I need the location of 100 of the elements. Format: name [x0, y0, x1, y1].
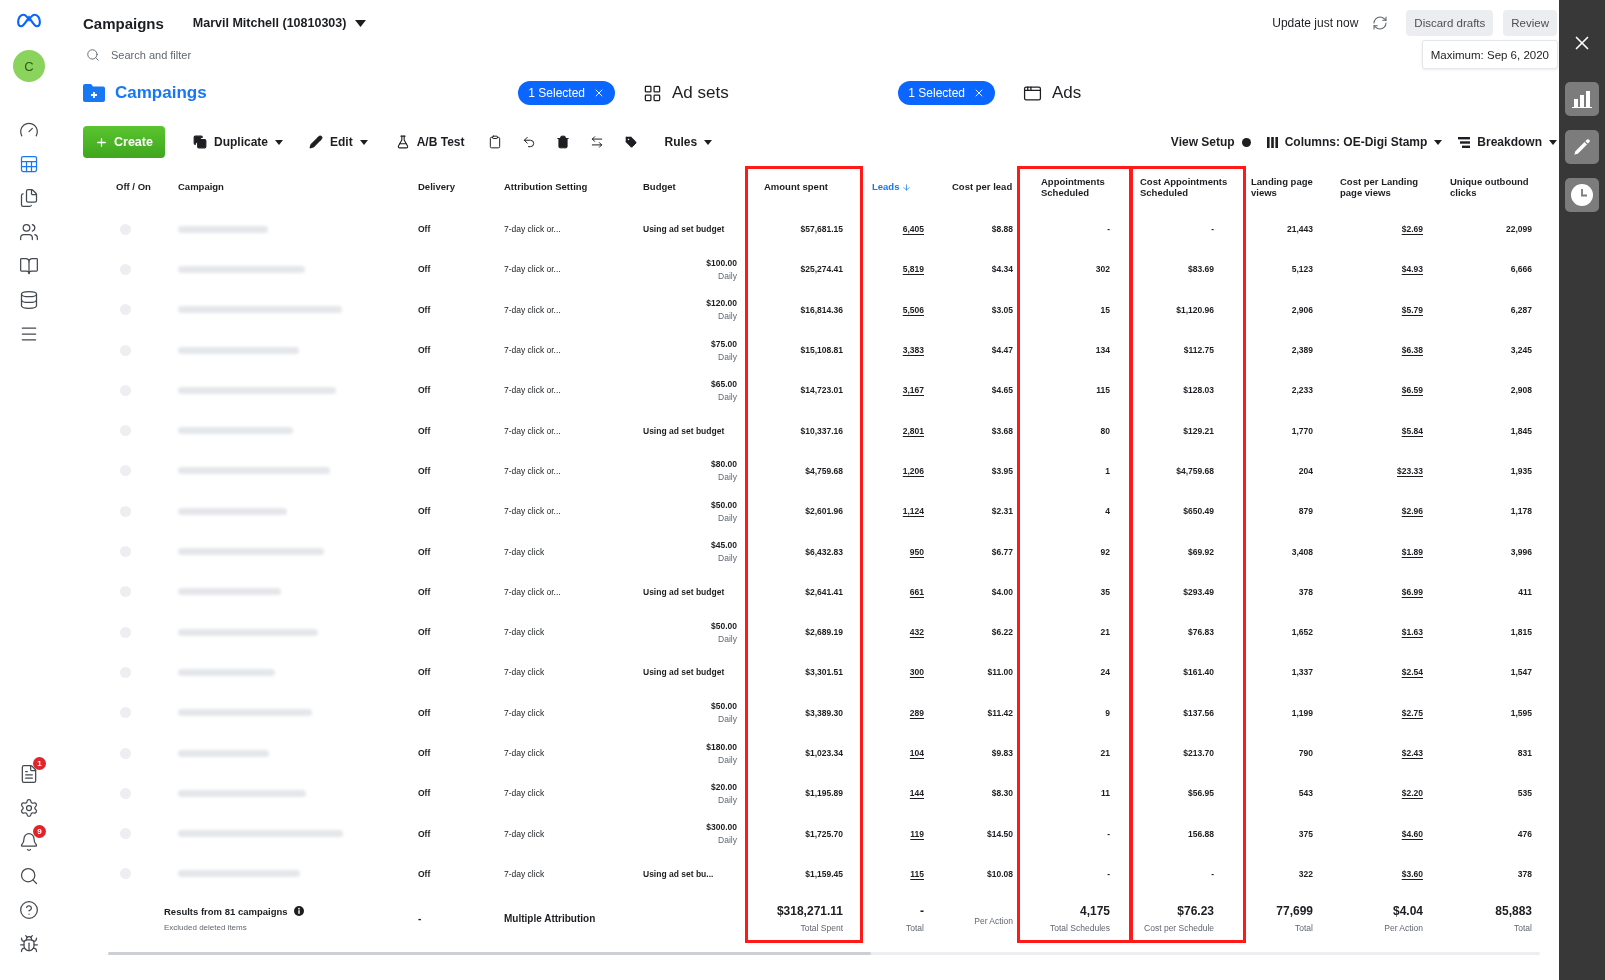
toolbar-button[interactable]: Columns: OE-Digi Stamp [1266, 135, 1443, 149]
column-header[interactable]: Leads [872, 182, 912, 193]
people-icon[interactable] [19, 222, 39, 242]
table-link[interactable]: 661 [909, 586, 924, 597]
table-link[interactable]: $4.60 [1401, 828, 1423, 839]
table-link[interactable]: $23.33 [1397, 465, 1423, 476]
table-cell: Off [418, 425, 431, 436]
table-link[interactable]: 5,819 [902, 264, 924, 275]
bar-chart-icon[interactable] [1565, 82, 1599, 116]
settings-icon[interactable] [19, 798, 39, 818]
table-link[interactable]: $2.75 [1401, 707, 1423, 718]
table-link[interactable]: $6.59 [1401, 385, 1423, 396]
toolbar-button[interactable]: Breakdown [1458, 135, 1557, 149]
table-link[interactable]: 144 [909, 788, 924, 799]
budget-period: Daily [718, 351, 737, 362]
bug-icon[interactable] [19, 934, 39, 954]
table-cell: $1,195.89 [805, 788, 843, 799]
table-cell: $50.00 [711, 499, 737, 510]
discard-drafts-button[interactable]: Discard drafts [1406, 10, 1494, 36]
horizontal-scrollbar[interactable] [108, 952, 1540, 956]
trash-icon[interactable] [556, 135, 571, 149]
table-link[interactable]: $2.54 [1401, 667, 1423, 678]
budget-period: Daily [718, 754, 737, 765]
column-header[interactable]: Delivery [418, 182, 455, 193]
table-link[interactable]: $4.93 [1401, 264, 1423, 275]
table-link[interactable]: 1,124 [902, 506, 924, 517]
level-tab[interactable]: Ad sets [643, 83, 729, 103]
column-header[interactable]: Appointments Scheduled [1041, 177, 1131, 198]
table-cell: $50.00 [711, 701, 737, 712]
budget-period: Daily [718, 391, 737, 402]
selection-chip[interactable]: 1 Selected [518, 81, 615, 105]
table-link[interactable]: $3.60 [1401, 868, 1423, 879]
column-header[interactable]: Unique outbound clicks [1450, 177, 1542, 198]
table-link[interactable]: $2.69 [1401, 224, 1423, 235]
table-link[interactable]: 2,801 [902, 425, 924, 436]
table-link[interactable]: $2.96 [1401, 506, 1423, 517]
logo-icon[interactable] [16, 12, 42, 29]
toolbar-button[interactable]: Rules [664, 135, 713, 149]
info-icon[interactable] [293, 906, 304, 917]
sort-arrow-icon [902, 183, 912, 192]
table-link[interactable]: 119 [910, 828, 924, 839]
tag-icon[interactable] [624, 135, 639, 149]
documents-icon[interactable] [19, 188, 39, 208]
table-link[interactable]: $2.43 [1401, 748, 1423, 758]
pencil-icon[interactable] [1565, 130, 1599, 164]
table-cell: 21,443 [1287, 224, 1313, 235]
clipboard-icon[interactable] [488, 135, 503, 149]
table-link[interactable]: 3,167 [902, 385, 924, 396]
account-dropdown[interactable]: Marvil Mitchell (10810303) [192, 16, 367, 30]
table-link[interactable]: $1.63 [1401, 627, 1423, 638]
refresh-icon[interactable] [1372, 15, 1389, 31]
avatar[interactable]: C [13, 50, 45, 82]
table-link[interactable]: 115 [910, 868, 924, 879]
table-link[interactable]: 950 [909, 546, 924, 557]
table-link[interactable]: $2.20 [1401, 788, 1423, 799]
review-button[interactable]: Review [1503, 10, 1557, 36]
table-icon[interactable] [19, 154, 39, 174]
swap-icon[interactable] [590, 135, 605, 149]
column-header[interactable]: Off / On [116, 182, 151, 193]
table-link[interactable]: 289 [909, 707, 924, 718]
toolbar-button[interactable]: Edit [309, 135, 368, 149]
bell-icon[interactable] [19, 832, 39, 852]
table-link[interactable]: $6.99 [1401, 586, 1423, 597]
column-header[interactable]: Cost per lead [952, 182, 1013, 193]
table-link[interactable]: 6,405 [902, 224, 924, 235]
table-link[interactable]: $6.38 [1401, 345, 1423, 356]
document-icon[interactable] [19, 764, 39, 784]
column-header[interactable]: Budget [643, 182, 676, 193]
clock-icon[interactable] [1565, 178, 1599, 212]
undo-icon[interactable] [522, 135, 537, 149]
table-link[interactable]: $5.84 [1401, 425, 1423, 436]
column-header[interactable]: Cost Appointments Scheduled [1140, 177, 1232, 198]
table-link[interactable]: 104 [909, 748, 924, 758]
table-link[interactable]: 3,383 [902, 345, 924, 356]
table-link[interactable]: 1,206 [902, 465, 924, 476]
view-setup-button[interactable]: View Setup [1170, 135, 1251, 149]
help-icon[interactable] [19, 900, 39, 920]
level-tab[interactable]: Ads [1023, 83, 1082, 103]
table-link[interactable]: $1.89 [1401, 546, 1423, 557]
database-icon[interactable] [19, 290, 39, 310]
book-icon[interactable] [19, 256, 39, 276]
table-cell: $2.31 [991, 506, 1013, 517]
column-header[interactable]: Attribution Setting [504, 182, 588, 193]
column-header[interactable]: Cost per Landing page views [1340, 177, 1432, 198]
column-header[interactable]: Amount spent [764, 182, 828, 193]
caret-icon [275, 139, 283, 145]
table-link[interactable]: 5,506 [902, 304, 924, 315]
toolbar-button[interactable]: Duplicate [193, 135, 283, 149]
table-cell: 790 [1298, 748, 1313, 758]
column-header[interactable]: Landing page views [1251, 177, 1327, 198]
table-cell: $6.22 [991, 627, 1013, 638]
column-header[interactable]: Campaign [178, 182, 224, 193]
search-field[interactable]: Search and filter [111, 49, 391, 61]
table-link[interactable]: $5.79 [1401, 304, 1423, 315]
table-link[interactable]: 300 [909, 667, 924, 678]
table-link[interactable]: 432 [909, 627, 924, 638]
level-tab[interactable]: Campaings [83, 83, 207, 103]
toolbar-button[interactable]: A/B Test [395, 135, 465, 149]
search-icon[interactable] [19, 866, 39, 886]
selection-chip[interactable]: 1 Selected [898, 81, 995, 105]
